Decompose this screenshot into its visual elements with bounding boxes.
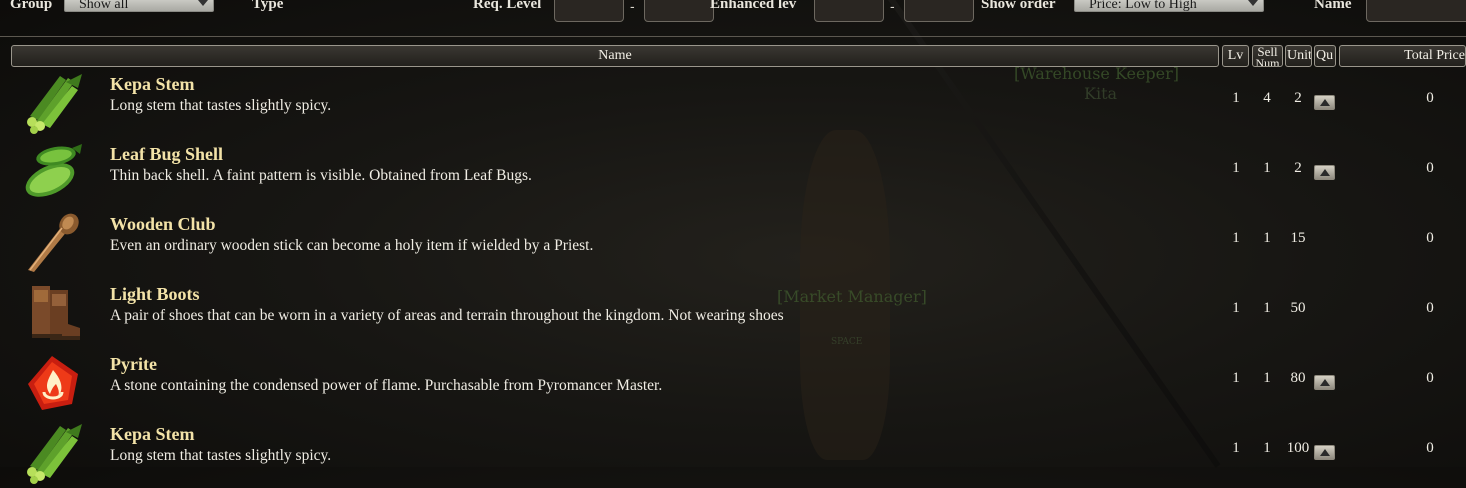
- item-level: 1: [1232, 300, 1240, 316]
- enhanced-level-max-input[interactable]: [904, 0, 974, 22]
- item-name: Kepa Stem: [110, 74, 195, 94]
- show-order-select-value: Price: Low to High: [1089, 0, 1197, 12]
- item-total-price: 0: [1426, 230, 1434, 246]
- filter-divider: [0, 36, 1466, 37]
- item-description: A stone containing the condensed power o…: [110, 377, 663, 394]
- item-unit-price: 50: [1290, 300, 1306, 316]
- item-total-price: 0: [1426, 440, 1434, 456]
- table-row[interactable]: Kepa Stem Long stem that tastes slightly …: [0, 418, 1466, 488]
- quantity-up-button[interactable]: [1314, 445, 1335, 460]
- leaf-bug-shell-icon: [22, 142, 86, 204]
- item-total-price: 0: [1426, 90, 1434, 106]
- column-header-name[interactable]: Name: [11, 45, 1219, 67]
- column-header-total-price[interactable]: Total Price: [1339, 45, 1466, 67]
- req-level-max-input[interactable]: [644, 0, 714, 22]
- chevron-down-icon: [198, 0, 208, 6]
- wooden-club-icon: [22, 212, 86, 274]
- show-order-select[interactable]: Price: Low to High: [1074, 0, 1264, 12]
- quantity-up-button[interactable]: [1314, 375, 1335, 390]
- column-header-sell-num[interactable]: Sell Num: [1252, 45, 1283, 67]
- item-name: Leaf Bug Shell: [110, 144, 224, 164]
- show-order-label: Show order: [981, 0, 1056, 12]
- item-total-price: 0: [1426, 370, 1434, 386]
- req-level-min-input[interactable]: [554, 0, 624, 22]
- req-level-label: Req. Level: [473, 0, 542, 12]
- item-sell-num: 4: [1263, 90, 1271, 106]
- table-row[interactable]: Leaf Bug Shell Thin back shell. A faint p…: [0, 138, 1466, 208]
- item-name: Light Boots: [110, 284, 200, 304]
- type-label: Type: [252, 0, 284, 12]
- chevron-down-icon: [1248, 0, 1258, 6]
- group-select[interactable]: Show all: [64, 0, 214, 12]
- item-sell-num: 1: [1263, 370, 1271, 386]
- light-boots-icon: [22, 282, 86, 344]
- name-label: Name: [1314, 0, 1352, 12]
- quantity-up-button[interactable]: [1314, 95, 1335, 110]
- item-level: 1: [1232, 440, 1240, 456]
- quantity-up-button[interactable]: [1314, 165, 1335, 180]
- column-header-level[interactable]: Lv: [1222, 45, 1249, 67]
- column-header-unit-price[interactable]: Unit: [1285, 45, 1312, 67]
- pyrite-icon: [22, 352, 86, 414]
- item-unit-price: 80: [1290, 370, 1306, 386]
- item-unit-price: 2: [1294, 90, 1302, 106]
- item-description: A pair of shoes that can be worn in a va…: [110, 307, 784, 324]
- item-sell-num: 1: [1263, 230, 1271, 246]
- table-row[interactable]: Wooden Club Even an ordinary wooden stick…: [0, 208, 1466, 278]
- item-name: Pyrite: [110, 354, 157, 374]
- item-name: Wooden Club: [110, 214, 216, 234]
- enhanced-level-dash: -: [890, 0, 895, 14]
- name-search-input[interactable]: [1366, 0, 1466, 22]
- item-unit-price: 100: [1286, 440, 1310, 456]
- item-total-price: 0: [1426, 300, 1434, 316]
- table-row[interactable]: Light Boots A pair of shoes that can be w…: [0, 278, 1466, 348]
- item-unit-price: 2: [1294, 160, 1302, 176]
- item-name: Kepa Stem: [110, 424, 195, 444]
- item-level: 1: [1232, 230, 1240, 246]
- column-header-sell-sublabel: Num: [1255, 56, 1280, 67]
- item-description: Thin back shell. A faint pattern is visi…: [110, 167, 532, 184]
- item-description: Long stem that tastes slightly spicy.: [110, 97, 332, 114]
- table-row[interactable]: Pyrite A stone containing the condensed p…: [0, 348, 1466, 418]
- filter-bar: Group Show all Type Req. Level - Enhance…: [0, 0, 1466, 28]
- item-sell-num: 1: [1263, 300, 1271, 316]
- item-description: Even an ordinary wooden stick can become…: [110, 237, 594, 254]
- kepa-stem-icon: [22, 72, 86, 134]
- group-select-value: Show all: [79, 0, 129, 12]
- item-description: Long stem that tastes slightly spicy.: [110, 447, 332, 464]
- item-unit-price: 15: [1290, 230, 1306, 246]
- kepa-stem-icon: [22, 422, 86, 484]
- req-level-dash: -: [630, 0, 635, 14]
- enhanced-level-label: Enhanced lev: [710, 0, 797, 12]
- item-level: 1: [1232, 370, 1240, 386]
- item-level: 1: [1232, 160, 1240, 176]
- item-total-price: 0: [1426, 160, 1434, 176]
- column-header-quantity[interactable]: Qu: [1314, 45, 1336, 67]
- enhanced-level-min-input[interactable]: [814, 0, 884, 22]
- item-level: 1: [1232, 90, 1240, 106]
- group-label: Group: [10, 0, 53, 12]
- table-row[interactable]: Kepa Stem Long stem that tastes slightly …: [0, 68, 1466, 138]
- item-sell-num: 1: [1263, 440, 1271, 456]
- item-sell-num: 1: [1263, 160, 1271, 176]
